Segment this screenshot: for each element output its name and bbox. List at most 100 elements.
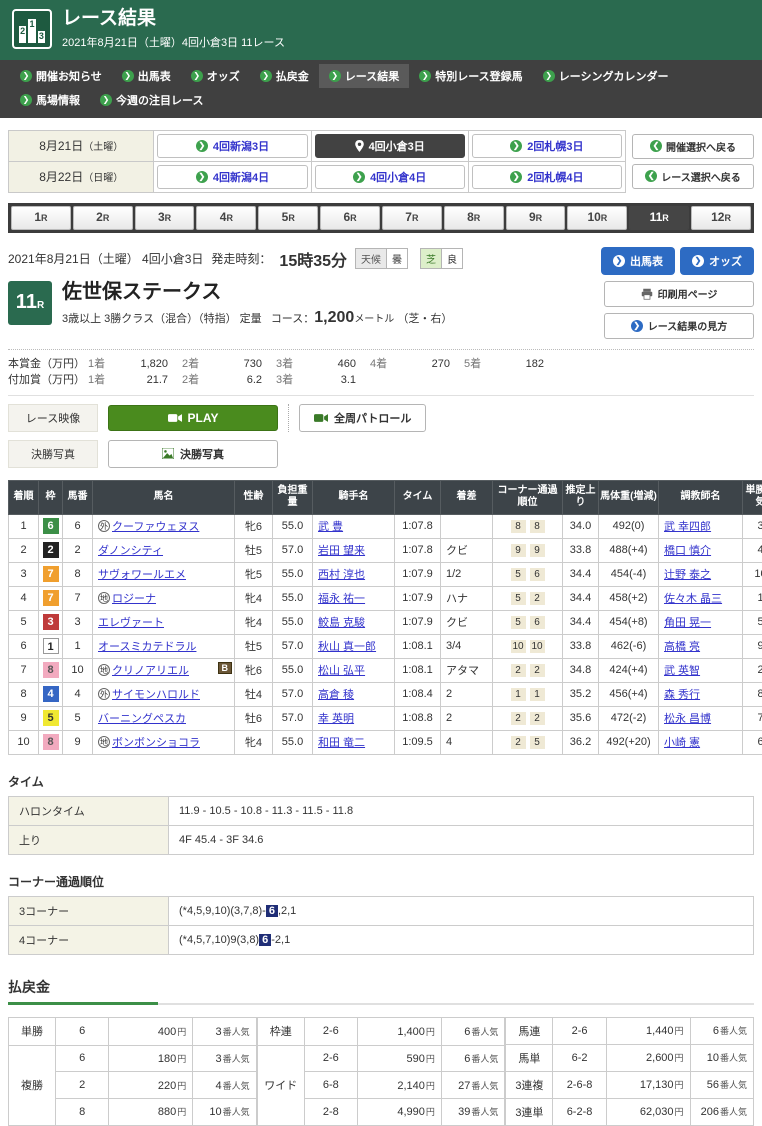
nav-item-出馬表[interactable]: ❯出馬表: [112, 64, 181, 88]
jockey-name-link[interactable]: 岩田 望来: [318, 545, 365, 557]
table-row: 477地ロジーナ牝455.0福永 祐一1:07.9ハナ5234.4458(+2)…: [9, 586, 762, 610]
trainer-name-link[interactable]: 小崎 憲: [664, 737, 700, 749]
venue-button-4回新潟3日[interactable]: ❯4回新潟3日: [157, 134, 307, 158]
jockey-name-link[interactable]: 秋山 真一郎: [318, 641, 376, 653]
horse-name-link[interactable]: エレヴァート: [98, 617, 164, 629]
horse-name-link[interactable]: ダノンシティ: [98, 545, 163, 557]
jockey-name-link[interactable]: 鮫島 克駿: [318, 617, 365, 629]
jockey-name-link[interactable]: 武 豊: [318, 521, 343, 533]
patrol-video-button[interactable]: 全周パトロール: [299, 404, 426, 432]
venue-button-4回小倉3日[interactable]: 4回小倉3日: [315, 134, 465, 158]
horse-name-link[interactable]: ロジーナ: [112, 593, 156, 605]
carried-weight: 55.0: [273, 658, 313, 682]
race-tab-number: 12: [711, 210, 724, 224]
yen-suffix: 円: [675, 1107, 684, 1117]
corner-position: 1: [511, 688, 526, 701]
horse-name-link[interactable]: バーニングペスカ: [98, 713, 186, 725]
jockey-name-link[interactable]: 高倉 稜: [318, 689, 354, 701]
win-favorite-rank: 1: [743, 586, 762, 610]
back-button-レース選択へ戻る[interactable]: ❮レース選択へ戻る: [632, 164, 754, 189]
trainer-name-link[interactable]: 松永 昌博: [664, 713, 711, 725]
frame-number: 5: [43, 710, 59, 726]
jockey-name-link[interactable]: 松山 弘平: [318, 665, 365, 677]
trainer-name-link[interactable]: 佐々木 晶三: [664, 593, 722, 605]
back-button-開催選択へ戻る[interactable]: ❮開催選択へ戻る: [632, 134, 754, 159]
nav-item-今週の注目レース[interactable]: ❯今週の注目レース: [90, 88, 213, 112]
horse-name-link[interactable]: クーファウェヌス: [112, 521, 199, 533]
horse-name-link[interactable]: オースミカテドラル: [98, 641, 196, 653]
race-tab-7R[interactable]: 7R: [382, 206, 442, 230]
print-page-button[interactable]: 印刷用ページ: [604, 281, 754, 307]
race-tab-suffix: R: [412, 213, 419, 223]
arrow-icon: ❯: [191, 70, 203, 82]
nav-item-オッズ[interactable]: ❯オッズ: [181, 64, 250, 88]
trainer-name-link[interactable]: 橋口 慎介: [664, 545, 711, 557]
nav-item-レーシングカレンダー[interactable]: ❯レーシングカレンダー: [533, 64, 679, 88]
race-tab-4R[interactable]: 4R: [196, 206, 256, 230]
trainer-cell: 森 秀行: [659, 682, 743, 706]
jockey-name-link[interactable]: 和田 竜二: [318, 737, 365, 749]
page-title: レース結果: [62, 8, 285, 31]
jockey-name-link[interactable]: 幸 英明: [318, 713, 354, 725]
horse-name-link[interactable]: クリノアリエル: [112, 665, 189, 677]
yen-suffix: 円: [426, 1107, 435, 1117]
race-tab-10R[interactable]: 10R: [567, 206, 627, 230]
horse-name-cell: 地ロジーナ: [93, 586, 235, 610]
jockey-name-link[interactable]: 西村 淳也: [318, 569, 365, 581]
trainer-name-link[interactable]: 森 秀行: [664, 689, 700, 701]
race-tab-8R[interactable]: 8R: [444, 206, 504, 230]
corner-row-key: 3コーナー: [9, 896, 169, 925]
arrow-icon: ❯: [20, 70, 32, 82]
venue-button-2回札幌4日[interactable]: ❯2回札幌4日: [472, 165, 622, 189]
nav-item-払戻金[interactable]: ❯払戻金: [250, 64, 319, 88]
race-tab-12R[interactable]: 12R: [691, 206, 751, 230]
shutsuba-button[interactable]: ❯出馬表: [601, 247, 675, 275]
race-tab-6R[interactable]: 6R: [320, 206, 380, 230]
race-tab-1R[interactable]: 1R: [11, 206, 71, 230]
trainer-name-link[interactable]: 辻野 泰之: [664, 569, 711, 581]
race-tab-5R[interactable]: 5R: [258, 206, 318, 230]
corner-position: 2: [511, 664, 526, 677]
trainer-name-link[interactable]: 角田 晃一: [664, 617, 711, 629]
payout-table: 馬連2-61,440円6番人気馬単6-22,600円10番人気3連複2-6-81…: [505, 1017, 754, 1126]
payout-favorite-rank: 6番人気: [690, 1017, 753, 1044]
jockey-name-link[interactable]: 福永 祐一: [318, 593, 365, 605]
frame-number: 1: [43, 638, 59, 654]
sex-age: 牝4: [235, 730, 273, 754]
podium-2: 2: [19, 26, 26, 43]
prize-main-label: 本賞金（万円）: [8, 356, 88, 373]
time-row-value: 11.9 - 10.5 - 10.8 - 11.3 - 11.5 - 11.8: [169, 796, 754, 825]
yen-suffix: 円: [177, 1054, 186, 1064]
play-button[interactable]: PLAY: [108, 405, 278, 431]
venue-button-4回小倉4日[interactable]: ❯4回小倉4日: [315, 165, 465, 189]
trainer-name-link[interactable]: 武 幸四郎: [664, 521, 711, 533]
race-tab-11R[interactable]: 11R: [629, 206, 689, 230]
result-guide-button[interactable]: ❯レース結果の見方: [604, 313, 754, 339]
nav-item-馬場情報[interactable]: ❯馬場情報: [10, 88, 90, 112]
horse-name-link[interactable]: サイモンハロルド: [112, 689, 200, 701]
trainer-name-link[interactable]: 高橋 亮: [664, 641, 700, 653]
horse-name-link[interactable]: ボンボンショコラ: [112, 737, 200, 749]
nav-item-特別レース登録馬[interactable]: ❯特別レース登録馬: [409, 64, 532, 88]
sex-age: 牡4: [235, 682, 273, 706]
race-tab-9R[interactable]: 9R: [506, 206, 566, 230]
results-col-header: タイム: [395, 480, 441, 514]
arrow-icon: ❯: [196, 140, 208, 152]
page-subtitle: 2021年8月21日（土曜）4回小倉3日 11レース: [62, 34, 285, 50]
win-favorite-rank: 8: [743, 682, 762, 706]
odds-button[interactable]: ❯オッズ: [680, 247, 754, 275]
venue-button-2回札幌3日[interactable]: ❯2回札幌3日: [472, 134, 622, 158]
race-result-logo-icon: 2 1 3: [12, 9, 52, 49]
corner-position: 5: [511, 592, 526, 605]
finish-photo-button[interactable]: 決勝写真: [108, 440, 278, 468]
venue-button-4回新潟4日[interactable]: ❯4回新潟4日: [157, 165, 307, 189]
last-3f: 33.8: [563, 634, 599, 658]
nav-item-レース結果[interactable]: ❯レース結果: [319, 64, 409, 88]
finish-position: 4: [9, 586, 39, 610]
race-tab-3R[interactable]: 3R: [135, 206, 195, 230]
trainer-name-link[interactable]: 武 英智: [664, 665, 700, 677]
horse-name-link[interactable]: サヴォワールエメ: [98, 569, 186, 581]
race-tab-2R[interactable]: 2R: [73, 206, 133, 230]
nav-item-開催お知らせ[interactable]: ❯開催お知らせ: [10, 64, 112, 88]
jockey-cell: 岩田 望来: [313, 538, 395, 562]
